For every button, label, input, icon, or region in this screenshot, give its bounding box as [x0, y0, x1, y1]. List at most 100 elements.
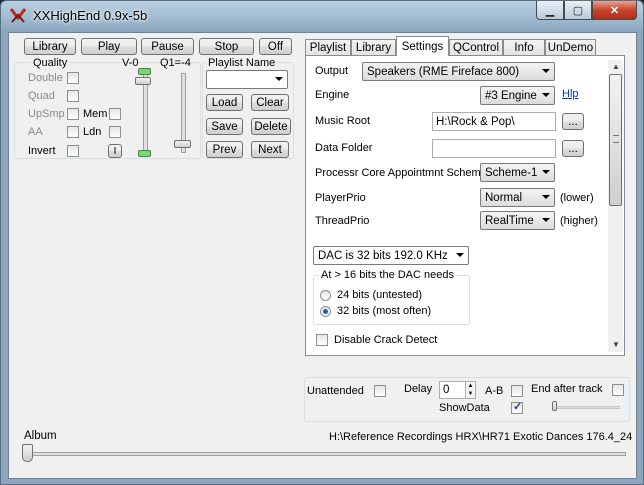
engine-value: #3 Engine [485, 89, 537, 102]
music-root-browse-button[interactable]: ... [562, 113, 584, 130]
position-slider-thumb[interactable] [552, 401, 557, 411]
minimize-button[interactable]: ▁ [536, 1, 564, 20]
title-bar[interactable]: XXHighEnd 0.9x-5b ▁ ▢ ✕ [1, 1, 643, 31]
quad-checkbox[interactable] [67, 90, 79, 102]
settings-panel: Output Speakers (RME Fireface 800) Engin… [305, 55, 625, 356]
tab-info[interactable]: Info [503, 39, 545, 55]
music-root-input[interactable]: H:\Rock & Pop\ [432, 112, 556, 131]
album-slider-thumb[interactable] [22, 444, 33, 462]
save-button[interactable]: Save [206, 118, 243, 135]
double-label: Double [28, 72, 63, 84]
delay-input[interactable]: 0 [439, 381, 466, 399]
engine-label: Engine [315, 89, 350, 101]
tab-playlist[interactable]: Playlist [305, 39, 351, 55]
invert-checkbox[interactable] [67, 145, 79, 157]
mem-checkbox[interactable] [109, 108, 121, 120]
tab-settings[interactable]: Settings [396, 36, 449, 56]
invert-label: Invert [28, 145, 56, 157]
library-button[interactable]: Library [24, 38, 76, 55]
ldn-label: Ldn [83, 126, 102, 138]
upsmp-label: UpSmp [28, 108, 65, 120]
playlist-name-dropdown[interactable] [206, 70, 288, 89]
core-scheme-dropdown[interactable]: Scheme-1 [480, 163, 555, 182]
album-path: H:\Reference Recordings HRX\HR71 Exotic … [329, 431, 633, 443]
spin-up-icon[interactable]: ▲ [468, 383, 474, 389]
scroll-thumb[interactable] [609, 74, 622, 206]
pause-button[interactable]: Pause [141, 38, 194, 55]
delay-spinner[interactable]: ▲ ▼ [465, 381, 476, 399]
off-button[interactable]: Off [259, 38, 292, 55]
q-slider-thumb[interactable] [174, 140, 191, 148]
ldn-checkbox[interactable] [109, 126, 121, 138]
tab-library[interactable]: Library [351, 39, 396, 55]
radio-32-bits[interactable] [320, 306, 331, 317]
output-dropdown[interactable]: Speakers (RME Fireface 800) [362, 62, 555, 81]
delay-label: Delay [404, 383, 433, 395]
load-button[interactable]: Load [206, 94, 243, 111]
end-after-track-checkbox[interactable] [612, 384, 624, 396]
aa-checkbox[interactable] [67, 126, 79, 138]
data-folder-input[interactable] [432, 139, 556, 158]
tab-qcontrol[interactable]: QControl [449, 39, 503, 55]
q-label: Q1=-4 [160, 57, 191, 69]
help-link[interactable]: Hlp [562, 88, 579, 100]
quality-title: Quality [31, 57, 70, 69]
upsmp-checkbox[interactable] [67, 108, 79, 120]
radio-32-bits-label: 32 bits (most often) [337, 305, 432, 317]
close-button[interactable]: ✕ [592, 1, 637, 20]
radio-24-bits[interactable] [320, 290, 331, 301]
chevron-down-icon [542, 69, 550, 73]
chevron-down-icon [542, 170, 550, 174]
spin-down-icon[interactable]: ▼ [468, 391, 474, 397]
client-area: Library Play Pause Stop Off Quality V-0 … [8, 32, 637, 479]
stop-button[interactable]: Stop [199, 38, 254, 55]
i-button[interactable]: I [108, 144, 122, 158]
settings-scrollbar[interactable]: ▲ ▼ [608, 60, 623, 352]
ab-checkbox[interactable] [511, 385, 523, 397]
showdata-checkbox[interactable] [511, 400, 523, 414]
minimize-icon: ▁ [545, 4, 555, 17]
crack-detect-checkbox[interactable] [316, 334, 328, 346]
close-icon: ✕ [609, 4, 620, 17]
data-folder-browse-button[interactable]: ... [562, 140, 584, 157]
scroll-down-icon[interactable]: ▼ [612, 340, 620, 349]
thread-prio-dropdown[interactable]: RealTime [480, 211, 555, 230]
main-window: XXHighEnd 0.9x-5b ▁ ▢ ✕ Library Play Pau… [0, 0, 644, 485]
position-slider-track[interactable] [554, 406, 620, 409]
dac-dropdown[interactable]: DAC is 32 bits 192.0 KHz [313, 246, 469, 265]
unattended-label: Unattended [307, 385, 364, 397]
player-prio-dropdown[interactable]: Normal [480, 188, 555, 207]
volume-slider-thumb[interactable] [135, 77, 151, 85]
album-label: Album [24, 430, 57, 442]
crack-detect-label: Disable Crack Detect [334, 334, 438, 346]
unattended-checkbox[interactable] [374, 385, 386, 397]
engine-dropdown[interactable]: #3 Engine [480, 86, 555, 105]
play-button[interactable]: Play [81, 38, 137, 55]
core-scheme-label: Processr Core Appointmnt Scheme [315, 167, 487, 179]
core-scheme-value: Scheme-1 [485, 166, 538, 179]
next-button[interactable]: Next [251, 141, 289, 158]
thread-prio-label: ThreadPrio [315, 215, 370, 227]
player-prio-label: PlayerPrio [315, 192, 366, 204]
volume-slider-track[interactable] [143, 73, 148, 153]
double-checkbox[interactable] [67, 72, 79, 84]
end-after-track-label: End after track [531, 383, 603, 395]
showdata-label: ShowData [439, 402, 490, 414]
prev-button[interactable]: Prev [206, 141, 243, 158]
delay-value: 0 [443, 384, 450, 396]
thread-prio-note: (higher) [560, 215, 598, 227]
volume-label: V-0 [122, 57, 139, 69]
window-title: XXHighEnd 0.9x-5b [33, 8, 148, 23]
album-slider-track[interactable] [24, 452, 626, 456]
scroll-up-icon[interactable]: ▲ [612, 62, 620, 71]
output-label: Output [315, 65, 349, 77]
data-folder-label: Data Folder [315, 142, 373, 154]
player-prio-note: (lower) [560, 192, 594, 204]
ab-label: A-B [485, 385, 504, 397]
maximize-button[interactable]: ▢ [564, 1, 592, 20]
chevron-down-icon [542, 93, 550, 97]
tab-undemo[interactable]: UnDemo [545, 39, 596, 55]
clear-button[interactable]: Clear [251, 94, 289, 111]
delete-button[interactable]: Delete [251, 118, 291, 135]
dac-value: DAC is 32 bits 192.0 KHz [318, 249, 448, 262]
